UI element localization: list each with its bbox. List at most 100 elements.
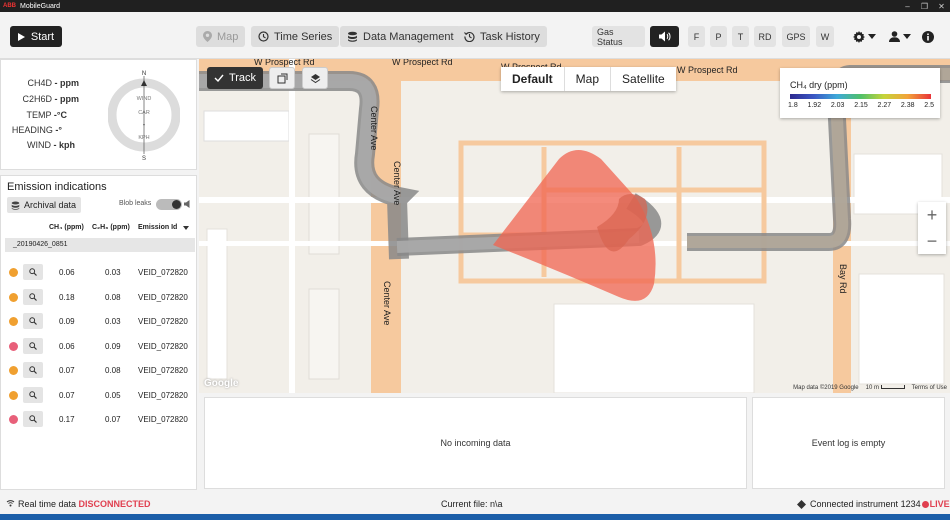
temp-label: TEMP bbox=[26, 110, 52, 120]
emission-title: Emission indications bbox=[7, 181, 107, 193]
zoom-to-emission-button[interactable] bbox=[23, 362, 43, 378]
toggle-knob bbox=[172, 200, 181, 209]
archival-data-button[interactable]: Archival data bbox=[7, 197, 81, 213]
map-pin-icon bbox=[203, 31, 212, 42]
emission-color-dot bbox=[9, 341, 18, 351]
track-button[interactable]: Track bbox=[207, 67, 263, 89]
filter-w-button[interactable]: W bbox=[816, 26, 834, 47]
zoom-to-emission-button[interactable] bbox=[23, 337, 43, 354]
instrument-label: Connected instrument bbox=[810, 499, 899, 509]
app-logo: ABB bbox=[3, 3, 16, 9]
gas-status-button[interactable]: Gas Status bbox=[592, 26, 645, 47]
nav-task-history-button[interactable]: Task History bbox=[457, 26, 547, 47]
nav-time-series-label: Time Series bbox=[274, 30, 333, 43]
emission-table-header: CH₄ (ppm) C₂H₆ (ppm) Emission Id bbox=[1, 221, 198, 235]
speaker-small-icon[interactable] bbox=[184, 200, 192, 208]
zoom-to-emission-button[interactable] bbox=[23, 313, 43, 329]
nav-time-series-button[interactable]: Time Series bbox=[251, 26, 340, 47]
emission-color-dot bbox=[9, 268, 18, 277]
zoom-out-button[interactable]: − bbox=[918, 228, 946, 254]
nav-data-management-button[interactable]: Data Management bbox=[340, 26, 461, 47]
col-ch4[interactable]: CH₄ (ppm) bbox=[49, 224, 84, 231]
heading-label: HEADING bbox=[11, 125, 53, 135]
nav-map-label: Map bbox=[217, 30, 239, 43]
zoom-to-emission-button[interactable] bbox=[23, 411, 43, 427]
incoming-data-panel: No incoming data bbox=[204, 397, 747, 489]
emission-table-row[interactable]: 0.07 0.08 VEID_072820 bbox=[1, 358, 198, 382]
compass-value: - bbox=[143, 120, 146, 129]
chevron-down-icon bbox=[868, 34, 876, 39]
zoom-to-emission-button[interactable] bbox=[23, 386, 43, 403]
emission-table-row[interactable]: 0.17 0.07 VEID_072820 bbox=[1, 407, 198, 431]
street-label-prospect-1: W Prospect Rd bbox=[254, 59, 315, 67]
street-label-prospect-2: W Prospect Rd bbox=[392, 59, 453, 67]
ch4-legend: CH₄ dry (ppm) 1.8 1.92 2.03 2.15 2.27 2.38 2.5 bbox=[780, 68, 940, 118]
c2h6-label: C2H6D bbox=[22, 94, 52, 104]
zoom-to-emission-button[interactable] bbox=[23, 264, 43, 280]
emission-table-row[interactable]: 0.09 0.03 VEID_072820 bbox=[1, 309, 198, 333]
emission-table-row[interactable]: 0.06 0.09 VEID_072820 bbox=[1, 334, 198, 358]
filter-f-button[interactable]: F bbox=[688, 26, 705, 47]
emission-table-row[interactable]: 0.07 0.05 VEID_072820 bbox=[1, 383, 198, 407]
user-menu[interactable] bbox=[889, 26, 911, 47]
user-icon bbox=[889, 31, 900, 42]
map-type-default[interactable]: Default bbox=[501, 67, 565, 91]
sort-desc-icon[interactable] bbox=[183, 225, 189, 232]
track-label: Track bbox=[228, 72, 257, 84]
blob-leaks-toggle[interactable] bbox=[156, 199, 182, 210]
ch4-label: CH4D bbox=[27, 78, 52, 88]
emission-table-row[interactable]: 0.06 0.03 VEID_072820 bbox=[1, 260, 198, 284]
magnifier-icon bbox=[29, 341, 37, 350]
compass-n: N bbox=[142, 71, 146, 77]
start-button[interactable]: Start bbox=[10, 26, 62, 47]
map-attribution: Map data ©2019 Google 10 m Terms of Use bbox=[793, 385, 947, 391]
filter-t-button[interactable]: T bbox=[732, 26, 749, 47]
export-map-button[interactable] bbox=[269, 67, 295, 89]
col-c2h6[interactable]: C₂H₆ (ppm) bbox=[92, 224, 130, 231]
minimize-button[interactable]: – bbox=[899, 0, 916, 12]
live-label: LIVE bbox=[929, 499, 950, 509]
map-type-map[interactable]: Map bbox=[565, 67, 612, 91]
emission-id-value: VEID_072820 bbox=[138, 415, 188, 424]
gauge-panel: CH4D - ppm C2H6D - ppm TEMP -°C HEADING … bbox=[0, 59, 197, 170]
realtime-label: Real time data bbox=[18, 499, 77, 509]
layers-icon bbox=[310, 73, 320, 83]
settings-menu[interactable] bbox=[853, 26, 876, 47]
zoom-in-button[interactable]: + bbox=[918, 202, 946, 228]
terms-link[interactable]: Terms of Use bbox=[912, 385, 947, 391]
nav-map-button[interactable]: Map bbox=[196, 26, 246, 47]
google-watermark: Google bbox=[204, 378, 239, 389]
sound-button[interactable] bbox=[650, 26, 679, 47]
col-emission-id[interactable]: Emission Id bbox=[138, 224, 177, 231]
emission-id-value: VEID_072820 bbox=[138, 317, 188, 326]
zoom-to-emission-button[interactable] bbox=[23, 288, 43, 305]
layers-button[interactable] bbox=[302, 67, 328, 89]
emission-table-row[interactable]: 0.18 0.08 VEID_072820 bbox=[1, 285, 198, 309]
realtime-state: DISCONNECTED bbox=[78, 499, 151, 509]
realtime-status: Real time data DISCONNECTED bbox=[18, 499, 151, 509]
check-icon bbox=[214, 74, 224, 82]
maximize-button[interactable]: ❐ bbox=[916, 0, 933, 12]
magnifier-icon bbox=[29, 317, 37, 325]
emission-group-row[interactable]: _20190426_0851 bbox=[5, 238, 195, 252]
emission-ch4-value: 0.06 bbox=[59, 341, 75, 351]
close-window-button[interactable]: ✕ bbox=[933, 0, 950, 12]
filter-rd-button[interactable]: RD bbox=[754, 26, 776, 47]
filter-p-button[interactable]: P bbox=[710, 26, 727, 47]
info-button[interactable] bbox=[922, 26, 934, 47]
map-view[interactable]: W Prospect Rd W Prospect Rd W Prospect R… bbox=[199, 59, 950, 393]
current-file-value: n\a bbox=[490, 499, 503, 509]
compass-unit: KPH bbox=[138, 135, 149, 141]
magnifier-icon bbox=[29, 415, 37, 423]
info-icon bbox=[922, 30, 934, 43]
c2h6-value: - ppm bbox=[54, 94, 80, 104]
emission-color-dot bbox=[9, 292, 18, 302]
scale-bar bbox=[880, 385, 905, 390]
ch4-readout: CH4D - ppm bbox=[1, 78, 79, 88]
emission-id-value: VEID_072820 bbox=[138, 292, 188, 302]
emission-ch4-value: 0.06 bbox=[59, 268, 75, 277]
filter-gps-button[interactable]: GPS bbox=[782, 26, 810, 47]
map-type-satellite[interactable]: Satellite bbox=[611, 67, 676, 91]
emission-id-value: VEID_072820 bbox=[138, 390, 188, 400]
speaker-icon bbox=[658, 31, 670, 42]
